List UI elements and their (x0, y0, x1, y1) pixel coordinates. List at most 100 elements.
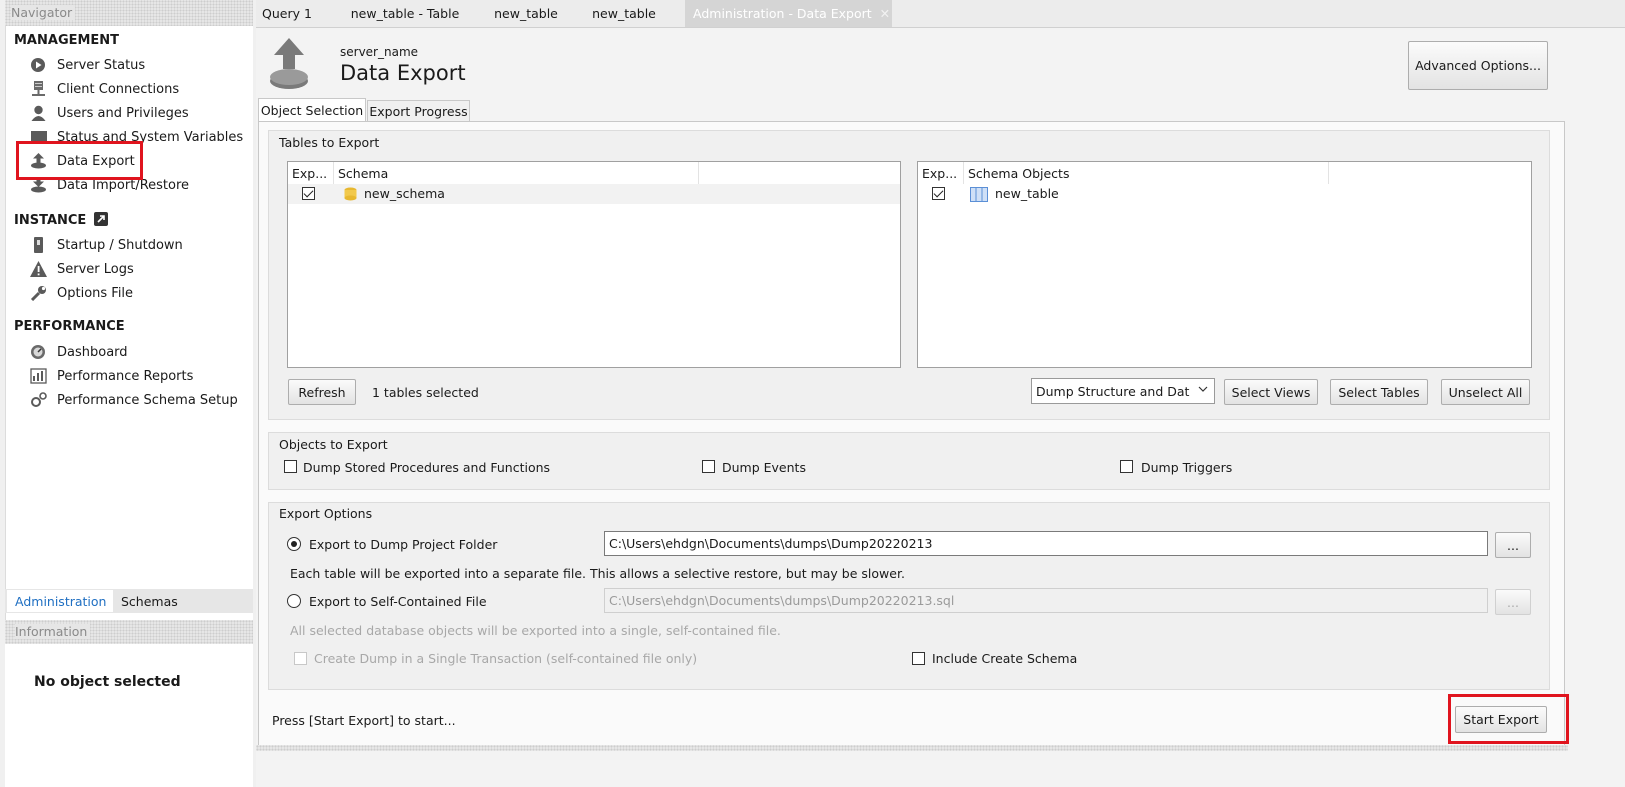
col-export-header[interactable]: Exp... (288, 162, 334, 184)
select-views-button[interactable]: Select Views (1224, 379, 1318, 405)
dump-triggers-checkbox[interactable] (1120, 460, 1133, 473)
warning-icon (30, 261, 48, 277)
chevron-down-icon (1198, 383, 1208, 398)
select-tables-button[interactable]: Select Tables (1330, 379, 1428, 405)
page-title: Data Export (340, 61, 466, 85)
subtab-label: Export Progress (369, 104, 468, 119)
subtab-label: Object Selection (260, 103, 364, 118)
tab-schemas[interactable]: Schemas (113, 590, 255, 612)
instance-status-icon (93, 212, 108, 230)
nav-item-label: Client Connections (57, 81, 180, 97)
tab-new-table-2[interactable]: new_table (583, 0, 665, 27)
wrench-icon (30, 285, 48, 302)
nav-item-client-connections[interactable]: Client Connections (30, 78, 179, 100)
export-status-text: Press [Start Export] to start... (272, 713, 456, 728)
nav-item-server-status[interactable]: Server Status (30, 54, 145, 76)
nav-item-label: Performance Reports (57, 368, 194, 384)
tables-to-export-legend: Tables to Export (279, 135, 380, 150)
export-file-radio[interactable] (287, 594, 301, 608)
folder-path-input[interactable]: C:\Users\ehdgn\Documents\dumps\Dump20220… (604, 531, 1488, 556)
include-create-schema-checkbox[interactable] (912, 652, 925, 665)
unselect-all-button[interactable]: Unselect All (1441, 379, 1530, 405)
export-options-legend: Export Options (279, 506, 373, 521)
object-name: new_table (995, 186, 1059, 201)
nav-item-startup-shutdown[interactable]: Startup / Shutdown (30, 234, 183, 256)
table-row[interactable]: new_schema (288, 184, 900, 204)
nav-item-server-logs[interactable]: Server Logs (30, 258, 134, 280)
dump-events-checkbox[interactable] (702, 460, 715, 473)
browse-folder-button[interactable]: ... (1495, 532, 1531, 558)
information-panel (5, 644, 253, 787)
tables-selected-count: 1 tables selected (372, 385, 479, 400)
refresh-button[interactable]: Refresh (288, 379, 356, 405)
nav-item-users-privileges[interactable]: Users and Privileges (30, 102, 189, 124)
dashboard-icon (30, 344, 48, 360)
schema-name: new_schema (364, 186, 445, 201)
management-section-title: MANAGEMENT (14, 33, 120, 48)
server-plug-icon (30, 81, 48, 97)
instance-title: INSTANCE (14, 213, 87, 228)
tab-label: Administration - Data Export (693, 6, 872, 21)
nav-item-performance-reports[interactable]: Performance Reports (30, 365, 193, 387)
tab-new-table-editor[interactable]: new_table - Table (338, 0, 472, 27)
advanced-options-button[interactable]: Advanced Options... (1408, 41, 1548, 90)
highlight-start-export (1448, 694, 1569, 744)
export-header-icon (268, 38, 310, 93)
information-header: Information (5, 620, 253, 644)
single-transaction-label[interactable]: Create Dump in a Single Transaction (sel… (314, 651, 697, 666)
nav-item-label: Options File (57, 285, 134, 301)
file-path-input[interactable]: C:\Users\ehdgn\Documents\dumps\Dump20220… (604, 588, 1488, 613)
export-folder-label[interactable]: Export to Dump Project Folder (309, 537, 497, 552)
export-file-label[interactable]: Export to Self-Contained File (309, 594, 487, 609)
objects-to-export-legend: Objects to Export (279, 437, 388, 452)
nav-item-label: Server Logs (57, 261, 134, 277)
dump-procedures-label[interactable]: Dump Stored Procedures and Functions (303, 460, 550, 475)
dump-mode-value: Dump Structure and Dat (1036, 383, 1190, 399)
navigator-title: Navigator (11, 5, 76, 20)
browse-file-button[interactable]: ... (1495, 589, 1531, 615)
col-schema-objects-header[interactable]: Schema Objects (964, 162, 1329, 184)
dump-triggers-label[interactable]: Dump Triggers (1141, 460, 1232, 475)
user-icon (30, 105, 48, 121)
schema-export-checkbox[interactable] (302, 187, 315, 200)
performance-section-title: PERFORMANCE (14, 319, 125, 334)
nav-item-dashboard[interactable]: Dashboard (30, 341, 128, 363)
nav-item-label: Server Status (57, 57, 146, 73)
tab-new-table-1[interactable]: new_table (485, 0, 567, 27)
tab-query-1[interactable]: Query 1 (257, 0, 317, 27)
bottom-splitter[interactable] (256, 745, 1568, 751)
tab-administration-data-export[interactable]: Administration - Data Export ✕ (685, 0, 892, 27)
nav-item-options-file[interactable]: Options File (30, 282, 133, 304)
subtab-object-selection[interactable]: Object Selection (258, 98, 366, 122)
tab-administration[interactable]: Administration (7, 590, 115, 612)
nav-item-performance-schema-setup[interactable]: Performance Schema Setup (30, 389, 238, 411)
table-icon (970, 187, 988, 205)
server-name-label: server_name (340, 45, 419, 59)
subtab-export-progress[interactable]: Export Progress (367, 100, 470, 122)
nav-item-label: Startup / Shutdown (57, 237, 183, 253)
information-title: Information (15, 624, 91, 639)
instance-section-title: INSTANCE (14, 212, 108, 230)
no-object-label: No object selected (34, 674, 181, 690)
schema-list[interactable]: Exp... Schema new_schema (287, 161, 901, 368)
file-note: All selected database objects will be ex… (290, 623, 781, 638)
col-export-header[interactable]: Exp... (918, 162, 964, 184)
nav-item-label: Users and Privileges (57, 105, 189, 121)
dump-mode-select[interactable]: Dump Structure and Dat (1031, 378, 1215, 404)
object-export-checkbox[interactable] (932, 187, 945, 200)
power-icon (30, 237, 48, 253)
single-transaction-checkbox[interactable] (294, 652, 307, 665)
include-create-schema-label[interactable]: Include Create Schema (932, 651, 1077, 666)
dump-events-label[interactable]: Dump Events (722, 460, 806, 475)
schema-objects-list[interactable]: Exp... Schema Objects new_table (917, 161, 1532, 368)
table-row[interactable]: new_table (918, 184, 1531, 204)
navigator-header: Navigator (5, 0, 253, 26)
close-icon[interactable]: ✕ (880, 6, 890, 21)
settings-icon (30, 392, 48, 408)
nav-item-label: Dashboard (57, 344, 128, 360)
dump-procedures-checkbox[interactable] (284, 460, 297, 473)
export-folder-radio[interactable] (287, 537, 301, 551)
nav-item-label: Performance Schema Setup (57, 392, 238, 408)
reports-icon (30, 368, 48, 384)
col-schema-header[interactable]: Schema (334, 162, 699, 184)
